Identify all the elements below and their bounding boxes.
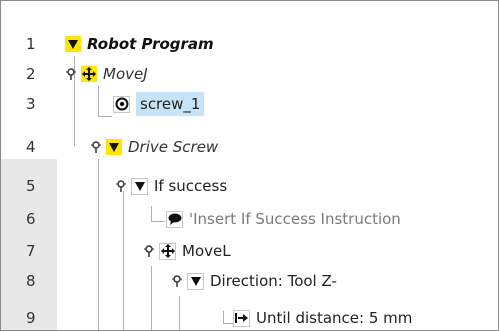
- tree-row[interactable]: 7 MoveL: [1, 236, 498, 266]
- line-number: 7: [26, 242, 36, 260]
- line-number: 4: [26, 138, 36, 156]
- tree-node-drive-screw[interactable]: Drive Screw: [90, 132, 218, 162]
- triangle-down-icon[interactable]: [65, 36, 81, 52]
- tree-node-if-success[interactable]: If success: [115, 171, 227, 201]
- tree-row[interactable]: 4 Drive Screw: [1, 132, 498, 162]
- move-arrows-icon: [159, 242, 176, 260]
- node-label: MoveL: [182, 242, 231, 260]
- tree-node-movel[interactable]: MoveL: [143, 236, 231, 266]
- tree-row[interactable]: 3 screw_1: [1, 89, 498, 119]
- triangle-down-icon[interactable]: [187, 272, 204, 290]
- triangle-down-icon[interactable]: [106, 139, 122, 155]
- move-arrows-icon: [81, 66, 97, 82]
- node-label: 'Insert If Success Instruction: [189, 210, 401, 228]
- tree-row[interactable]: 6 'Insert If Success Instruction: [1, 204, 498, 234]
- tree-row[interactable]: 1 Robot Program: [1, 29, 498, 59]
- tree-row[interactable]: 2 MoveJ: [1, 59, 498, 89]
- until-arrow-icon: [233, 309, 250, 327]
- line-number: 5: [26, 177, 36, 195]
- tree-node-robot-program[interactable]: Robot Program: [65, 29, 214, 59]
- line-number: 2: [26, 65, 36, 83]
- tree-node-movej[interactable]: MoveJ: [65, 59, 148, 89]
- node-label: Until distance: 5 mm: [256, 309, 413, 327]
- triangle-down-icon[interactable]: [131, 177, 148, 195]
- tree-row[interactable]: 5 If success: [1, 171, 498, 201]
- tree-node-screw-1[interactable]: screw_1: [113, 89, 205, 119]
- tree-node-direction[interactable]: Direction: Tool Z-: [171, 266, 337, 296]
- node-label: Direction: Tool Z-: [210, 272, 337, 290]
- program-tree-panel: 1 Robot Program 2 MoveJ 3 screw_1 4 Driv…: [0, 0, 499, 331]
- expand-pin-icon[interactable]: [90, 132, 102, 162]
- expand-pin-icon[interactable]: [143, 236, 155, 266]
- expand-pin-icon[interactable]: [171, 266, 183, 296]
- node-label: Robot Program: [87, 35, 214, 53]
- node-label: MoveJ: [103, 65, 148, 83]
- expand-pin-icon[interactable]: [65, 59, 77, 89]
- tree-node-insert-comment[interactable]: 'Insert If Success Instruction: [166, 204, 401, 234]
- line-number: 1: [26, 35, 36, 53]
- tree-row[interactable]: 8 Direction: Tool Z-: [1, 266, 498, 296]
- tree-row[interactable]: 9 Until distance: 5 mm: [1, 303, 498, 330]
- line-number: 8: [26, 272, 36, 290]
- line-number: 6: [26, 210, 36, 228]
- comment-icon: [166, 210, 183, 228]
- line-number: 3: [26, 95, 36, 113]
- node-label-selected: screw_1: [136, 92, 205, 116]
- tree-node-until-distance[interactable]: Until distance: 5 mm: [233, 303, 413, 330]
- node-label: Drive Screw: [128, 138, 219, 156]
- line-number: 9: [26, 309, 36, 327]
- node-label: If success: [154, 177, 228, 195]
- expand-pin-icon[interactable]: [115, 171, 127, 201]
- waypoint-icon: [113, 95, 130, 113]
